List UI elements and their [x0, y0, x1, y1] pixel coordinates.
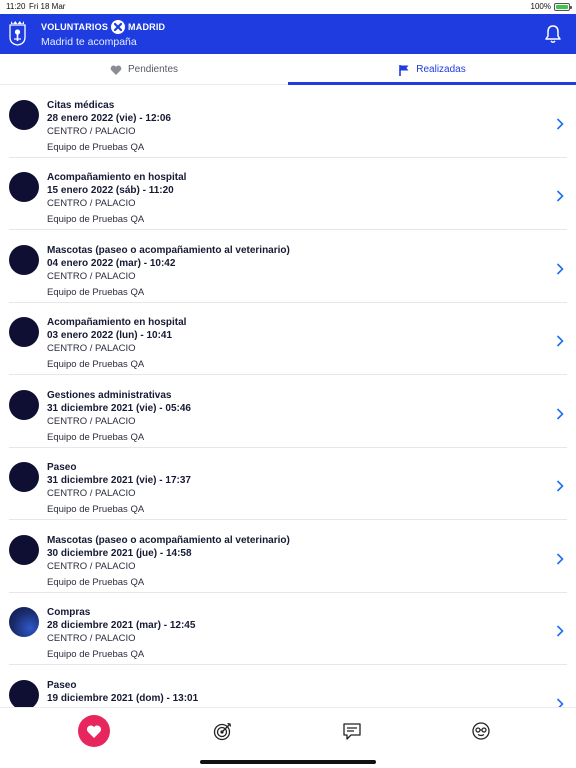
avatar: [9, 172, 39, 202]
item-team: Equipo de Pruebas QA: [47, 287, 145, 298]
item-team: Equipo de Pruebas QA: [47, 359, 145, 370]
item-title: Acompañamiento en hospital: [47, 172, 187, 183]
chevron-right-icon: [556, 118, 564, 130]
item-team: Equipo de Pruebas QA: [47, 432, 145, 443]
item-team: Equipo de Pruebas QA: [47, 649, 145, 660]
list-item[interactable]: Acompañamiento en hospital 03 enero 2022…: [0, 303, 576, 375]
brand-text-left: VOLUNTARIOS: [41, 22, 109, 32]
avatar: [9, 317, 39, 347]
item-date: 04 enero 2022 (mar) - 10:42: [47, 258, 176, 269]
item-title: Mascotas (paseo o acompañamiento al vete…: [47, 535, 290, 546]
list-item[interactable]: Compras 28 diciembre 2021 (mar) - 12:45 …: [0, 593, 576, 665]
item-date: 03 enero 2022 (lun) - 10:41: [47, 330, 173, 341]
completed-activities-list: Citas médicas 28 enero 2022 (vie) - 12:0…: [0, 86, 576, 707]
list-item[interactable]: Paseo 19 diciembre 2021 (dom) - 13:01: [0, 666, 576, 707]
avatar: [9, 245, 39, 275]
item-date: 19 diciembre 2021 (dom) - 13:01: [47, 693, 199, 704]
status-bar: 11:20 Fri 18 Mar 100%: [0, 0, 576, 14]
row-divider: [9, 229, 567, 230]
list-item[interactable]: Citas médicas 28 enero 2022 (vie) - 12:0…: [0, 86, 576, 158]
tab-pendientes[interactable]: Pendientes: [0, 54, 288, 85]
nav-messages[interactable]: [336, 715, 368, 747]
chevron-right-icon: [556, 408, 564, 420]
item-title: Citas médicas: [47, 100, 115, 111]
avatar: [9, 100, 39, 130]
active-tab-indicator: [288, 82, 576, 85]
nav-activities[interactable]: [207, 715, 239, 747]
item-title: Gestiones administrativas: [47, 390, 172, 401]
item-district: CENTRO / PALACIO: [47, 488, 136, 499]
app-header: VOLUNTARIOS MADRID Madrid te acompaña: [0, 14, 576, 54]
avatar: [9, 462, 39, 492]
battery-percentage: 100%: [530, 2, 551, 11]
item-title: Paseo: [47, 462, 77, 473]
nav-profile[interactable]: [465, 715, 497, 747]
nav-favorites[interactable]: [78, 715, 110, 747]
item-district: CENTRO / PALACIO: [47, 126, 136, 137]
item-title: Acompañamiento en hospital: [47, 317, 187, 328]
battery-icon: [554, 3, 572, 11]
item-team: Equipo de Pruebas QA: [47, 214, 145, 225]
madrid-crest-icon: [9, 21, 26, 46]
item-team: Equipo de Pruebas QA: [47, 577, 145, 588]
avatar: [9, 680, 39, 707]
row-divider: [9, 374, 567, 375]
item-title: Paseo: [47, 680, 77, 691]
avatar: [9, 390, 39, 420]
chevron-right-icon: [556, 263, 564, 275]
item-district: CENTRO / PALACIO: [47, 416, 136, 427]
item-district: CENTRO / PALACIO: [47, 198, 136, 209]
bottom-navigation: [0, 707, 576, 768]
list-item[interactable]: Gestiones administrativas 31 diciembre 2…: [0, 376, 576, 448]
item-team: Equipo de Pruebas QA: [47, 142, 145, 153]
item-date: 28 diciembre 2021 (mar) - 12:45: [47, 620, 196, 631]
tab-realizadas-label: Realizadas: [416, 64, 466, 75]
item-date: 31 diciembre 2021 (vie) - 05:46: [47, 403, 191, 414]
list-item[interactable]: Acompañamiento en hospital 15 enero 2022…: [0, 158, 576, 230]
row-divider: [9, 519, 567, 520]
notifications-bell-icon[interactable]: [544, 24, 562, 44]
tab-pendientes-label: Pendientes: [127, 64, 179, 75]
chevron-right-icon: [556, 698, 564, 707]
flag-icon: [399, 64, 409, 76]
chevron-right-icon: [556, 480, 564, 492]
header-subtitle: Madrid te acompaña: [41, 36, 137, 48]
heart-icon: [110, 65, 122, 75]
tab-realizadas[interactable]: Realizadas: [288, 54, 576, 85]
item-date: 30 diciembre 2021 (jue) - 14:58: [47, 548, 192, 559]
brand-text-right: MADRID: [128, 22, 166, 32]
chevron-right-icon: [556, 335, 564, 347]
home-indicator: [200, 760, 376, 764]
chevron-right-icon: [556, 625, 564, 637]
tab-bar: Pendientes Realizadas: [0, 54, 576, 85]
chevron-right-icon: [556, 553, 564, 565]
list-item[interactable]: Mascotas (paseo o acompañamiento al vete…: [0, 231, 576, 303]
list-item[interactable]: Mascotas (paseo o acompañamiento al vete…: [0, 521, 576, 593]
avatar: [9, 607, 39, 637]
list-item[interactable]: Paseo 31 diciembre 2021 (vie) - 17:37 CE…: [0, 448, 576, 520]
item-title: Mascotas (paseo o acompañamiento al vete…: [47, 245, 290, 256]
x-logo-icon: [111, 20, 126, 34]
chat-icon: [343, 723, 361, 740]
target-icon: [213, 722, 232, 741]
item-district: CENTRO / PALACIO: [47, 561, 136, 572]
brand-wordmark: VOLUNTARIOS MADRID: [41, 20, 165, 34]
heart-icon: [86, 724, 102, 738]
item-date: 31 diciembre 2021 (vie) - 17:37: [47, 475, 191, 486]
item-district: CENTRO / PALACIO: [47, 633, 136, 644]
item-date: 28 enero 2022 (vie) - 12:06: [47, 113, 171, 124]
profile-icon: [472, 722, 490, 740]
item-district: CENTRO / PALACIO: [47, 271, 136, 282]
item-team: Equipo de Pruebas QA: [47, 504, 145, 515]
item-date: 15 enero 2022 (sáb) - 11:20: [47, 185, 174, 196]
item-district: CENTRO / PALACIO: [47, 343, 136, 354]
status-date: Fri 18 Mar: [29, 2, 66, 11]
status-time: 11:20: [6, 2, 26, 11]
chevron-right-icon: [556, 190, 564, 202]
item-title: Compras: [47, 607, 91, 618]
row-divider: [9, 664, 567, 665]
avatar: [9, 535, 39, 565]
